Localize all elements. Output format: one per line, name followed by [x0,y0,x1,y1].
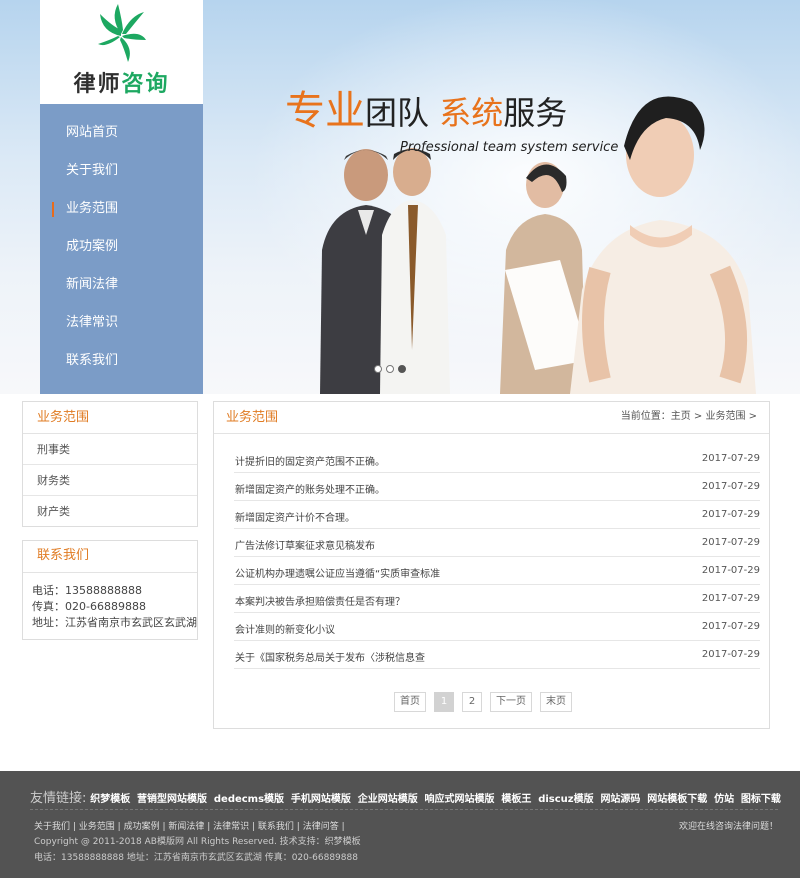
footer-divider [30,809,778,810]
article-list-title: 业务范围 [226,410,279,425]
article-date: 2017-07-29 [701,481,760,492]
category-panel-title: 业务范围 [23,402,197,434]
article-title[interactable]: 计提折旧的固定资产范围不正确。 [235,453,385,468]
article-title[interactable]: 广告法修订草案征求意见稿发布 [235,537,375,552]
friend-link[interactable]: 手机网站模版 [291,794,351,805]
banner-slogan: 专业团队 系统服务 [285,88,568,134]
article-list-panel: 业务范围 当前位置：主页 > 业务范围 > 计提折旧的固定资产范围不正确。 20… [213,401,770,729]
logo-swirl-icon [98,4,146,62]
article-row: 新增固定资产计价不合理。 2017-07-29 [234,501,760,529]
footer-address: 电话：13588888888 地址：江苏省南京市玄武区玄武湖 传真：020-66… [34,853,358,863]
footer: 友情链接: 织梦模板 营销型网站模版 dedecms模版 手机网站模版 企业网站… [0,771,800,878]
footer-link[interactable]: 联系我们 [258,822,294,832]
nav-item-news[interactable]: 新闻法律 [40,266,203,304]
nav-item-about[interactable]: 关于我们 [40,152,203,190]
nav-item-home[interactable]: 网站首页 [40,114,203,152]
contact-address: 地址：江苏省南京市玄武区玄武湖 [32,616,197,629]
breadcrumb[interactable]: 当前位置：主页 > 业务范围 > [621,402,757,432]
friend-link[interactable]: 模板王 [501,794,531,805]
friend-link[interactable]: dedecms模版 [214,794,284,805]
article-row: 计提折旧的固定资产范围不正确。 2017-07-29 [234,445,760,473]
contact-panel-title: 联系我们 [23,541,197,573]
category-panel: 业务范围 刑事类 财务类 财产类 [22,401,198,527]
footer-copyright: Copyright @ 2011-2018 AB模版网 All Rights R… [34,837,361,847]
article-date: 2017-07-29 [701,565,760,576]
footer-nav: 关于我们 | 业务范围 | 成功案例 | 新闻法律 | 法律常识 | 联系我们 … [34,822,345,832]
article-row: 本案判决被告承担赔偿责任是否有理？ 2017-07-29 [234,585,760,613]
footer-link[interactable]: 成功案例 [124,822,160,832]
slider-dot-2[interactable] [386,365,394,373]
slider-dots [374,362,410,376]
friend-link[interactable]: 企业网站模版 [358,794,418,805]
article-title[interactable]: 会计准则的新变化小议 [235,621,335,636]
category-item[interactable]: 财务类 [23,465,197,496]
banner-slogan-english: Professional team system service [400,140,619,155]
contact-phone: 电话：13588888888 [32,584,142,597]
article-date: 2017-07-29 [701,649,760,660]
footer-link[interactable]: 业务范围 [79,822,115,832]
article-date: 2017-07-29 [701,453,760,464]
slider-dot-3[interactable] [398,365,406,373]
logo[interactable]: 律师咨询 [40,0,203,104]
article-title[interactable]: 新增固定资产的账务处理不正确。 [235,481,385,496]
contact-fax: 传真：020-66889888 [32,600,146,613]
category-item[interactable]: 刑事类 [23,434,197,465]
nav-item-services[interactable]: 业务范围 [40,190,203,228]
nav-item-knowledge[interactable]: 法律常识 [40,304,203,342]
friend-link[interactable]: 网站模板下载 [647,794,707,805]
article-row: 广告法修订草案征求意见稿发布 2017-07-29 [234,529,760,557]
article-title[interactable]: 公证机构办理遗嘱公证应当遵循“实质审查标准 [235,565,440,580]
page-last-button[interactable]: 末页 [540,692,572,712]
page-1-button[interactable]: 1 [434,692,454,712]
article-date: 2017-07-29 [701,593,760,604]
sidebar: 律师咨询 网站首页 关于我们 业务范围 成功案例 新闻法律 法律常识 联系我们 [40,0,203,394]
category-item[interactable]: 财产类 [23,496,197,527]
friend-link[interactable]: 仿站 [714,794,734,805]
article-title[interactable]: 关于《国家税务总局关于发布〈涉税信息查 [235,649,425,664]
article-row: 新增固定资产的账务处理不正确。 2017-07-29 [234,473,760,501]
article-title[interactable]: 本案判决被告承担赔偿责任是否有理？ [235,593,405,608]
footer-link[interactable]: 关于我们 [34,822,70,832]
friend-links-label: 友情链接: [30,791,87,806]
friend-links: 友情链接: 织梦模板 营销型网站模版 dedecms模版 手机网站模版 企业网站… [30,787,784,806]
article-row: 关于《国家税务总局关于发布〈涉税信息查 2017-07-29 [234,641,760,669]
page-next-button[interactable]: 下一页 [490,692,532,712]
nav-item-contact[interactable]: 联系我们 [40,342,203,380]
footer-link[interactable]: 法律问答 [303,822,339,832]
nav-item-cases[interactable]: 成功案例 [40,228,203,266]
slider-dot-1[interactable] [374,365,382,373]
article-date: 2017-07-29 [701,537,760,548]
page-first-button[interactable]: 首页 [394,692,426,712]
article-title[interactable]: 新增固定资产计价不合理。 [235,509,355,524]
friend-link[interactable]: 响应式网站模版 [425,794,495,805]
footer-link[interactable]: 新闻法律 [168,822,204,832]
article-row: 公证机构办理遗嘱公证应当遵循“实质审查标准 2017-07-29 [234,557,760,585]
friend-link[interactable]: 织梦模板 [90,794,130,805]
article-date: 2017-07-29 [701,509,760,520]
logo-text: 律师咨询 [73,72,170,97]
article-list-header: 业务范围 当前位置：主页 > 业务范围 > [214,402,769,434]
friend-link[interactable]: 营销型网站模版 [137,794,207,805]
main-nav: 网站首页 关于我们 业务范围 成功案例 新闻法律 法律常识 联系我们 [40,114,203,380]
friend-link[interactable]: 图标下载 [741,794,781,805]
hero-banner: 专业团队 系统服务 Professional team system servi… [0,0,800,394]
article-row: 会计准则的新变化小议 2017-07-29 [234,613,760,641]
friend-link[interactable]: 网站源码 [600,794,640,805]
footer-welcome: 欢迎在线咨询法律问题！ [678,822,778,832]
article-date: 2017-07-29 [701,621,760,632]
friend-link[interactable]: discuz模版 [538,794,593,805]
footer-link[interactable]: 法律常识 [213,822,249,832]
contact-panel: 联系我们 电话：13588888888 传真：020-66889888 地址：江… [22,540,198,640]
page-2-button[interactable]: 2 [462,692,482,712]
